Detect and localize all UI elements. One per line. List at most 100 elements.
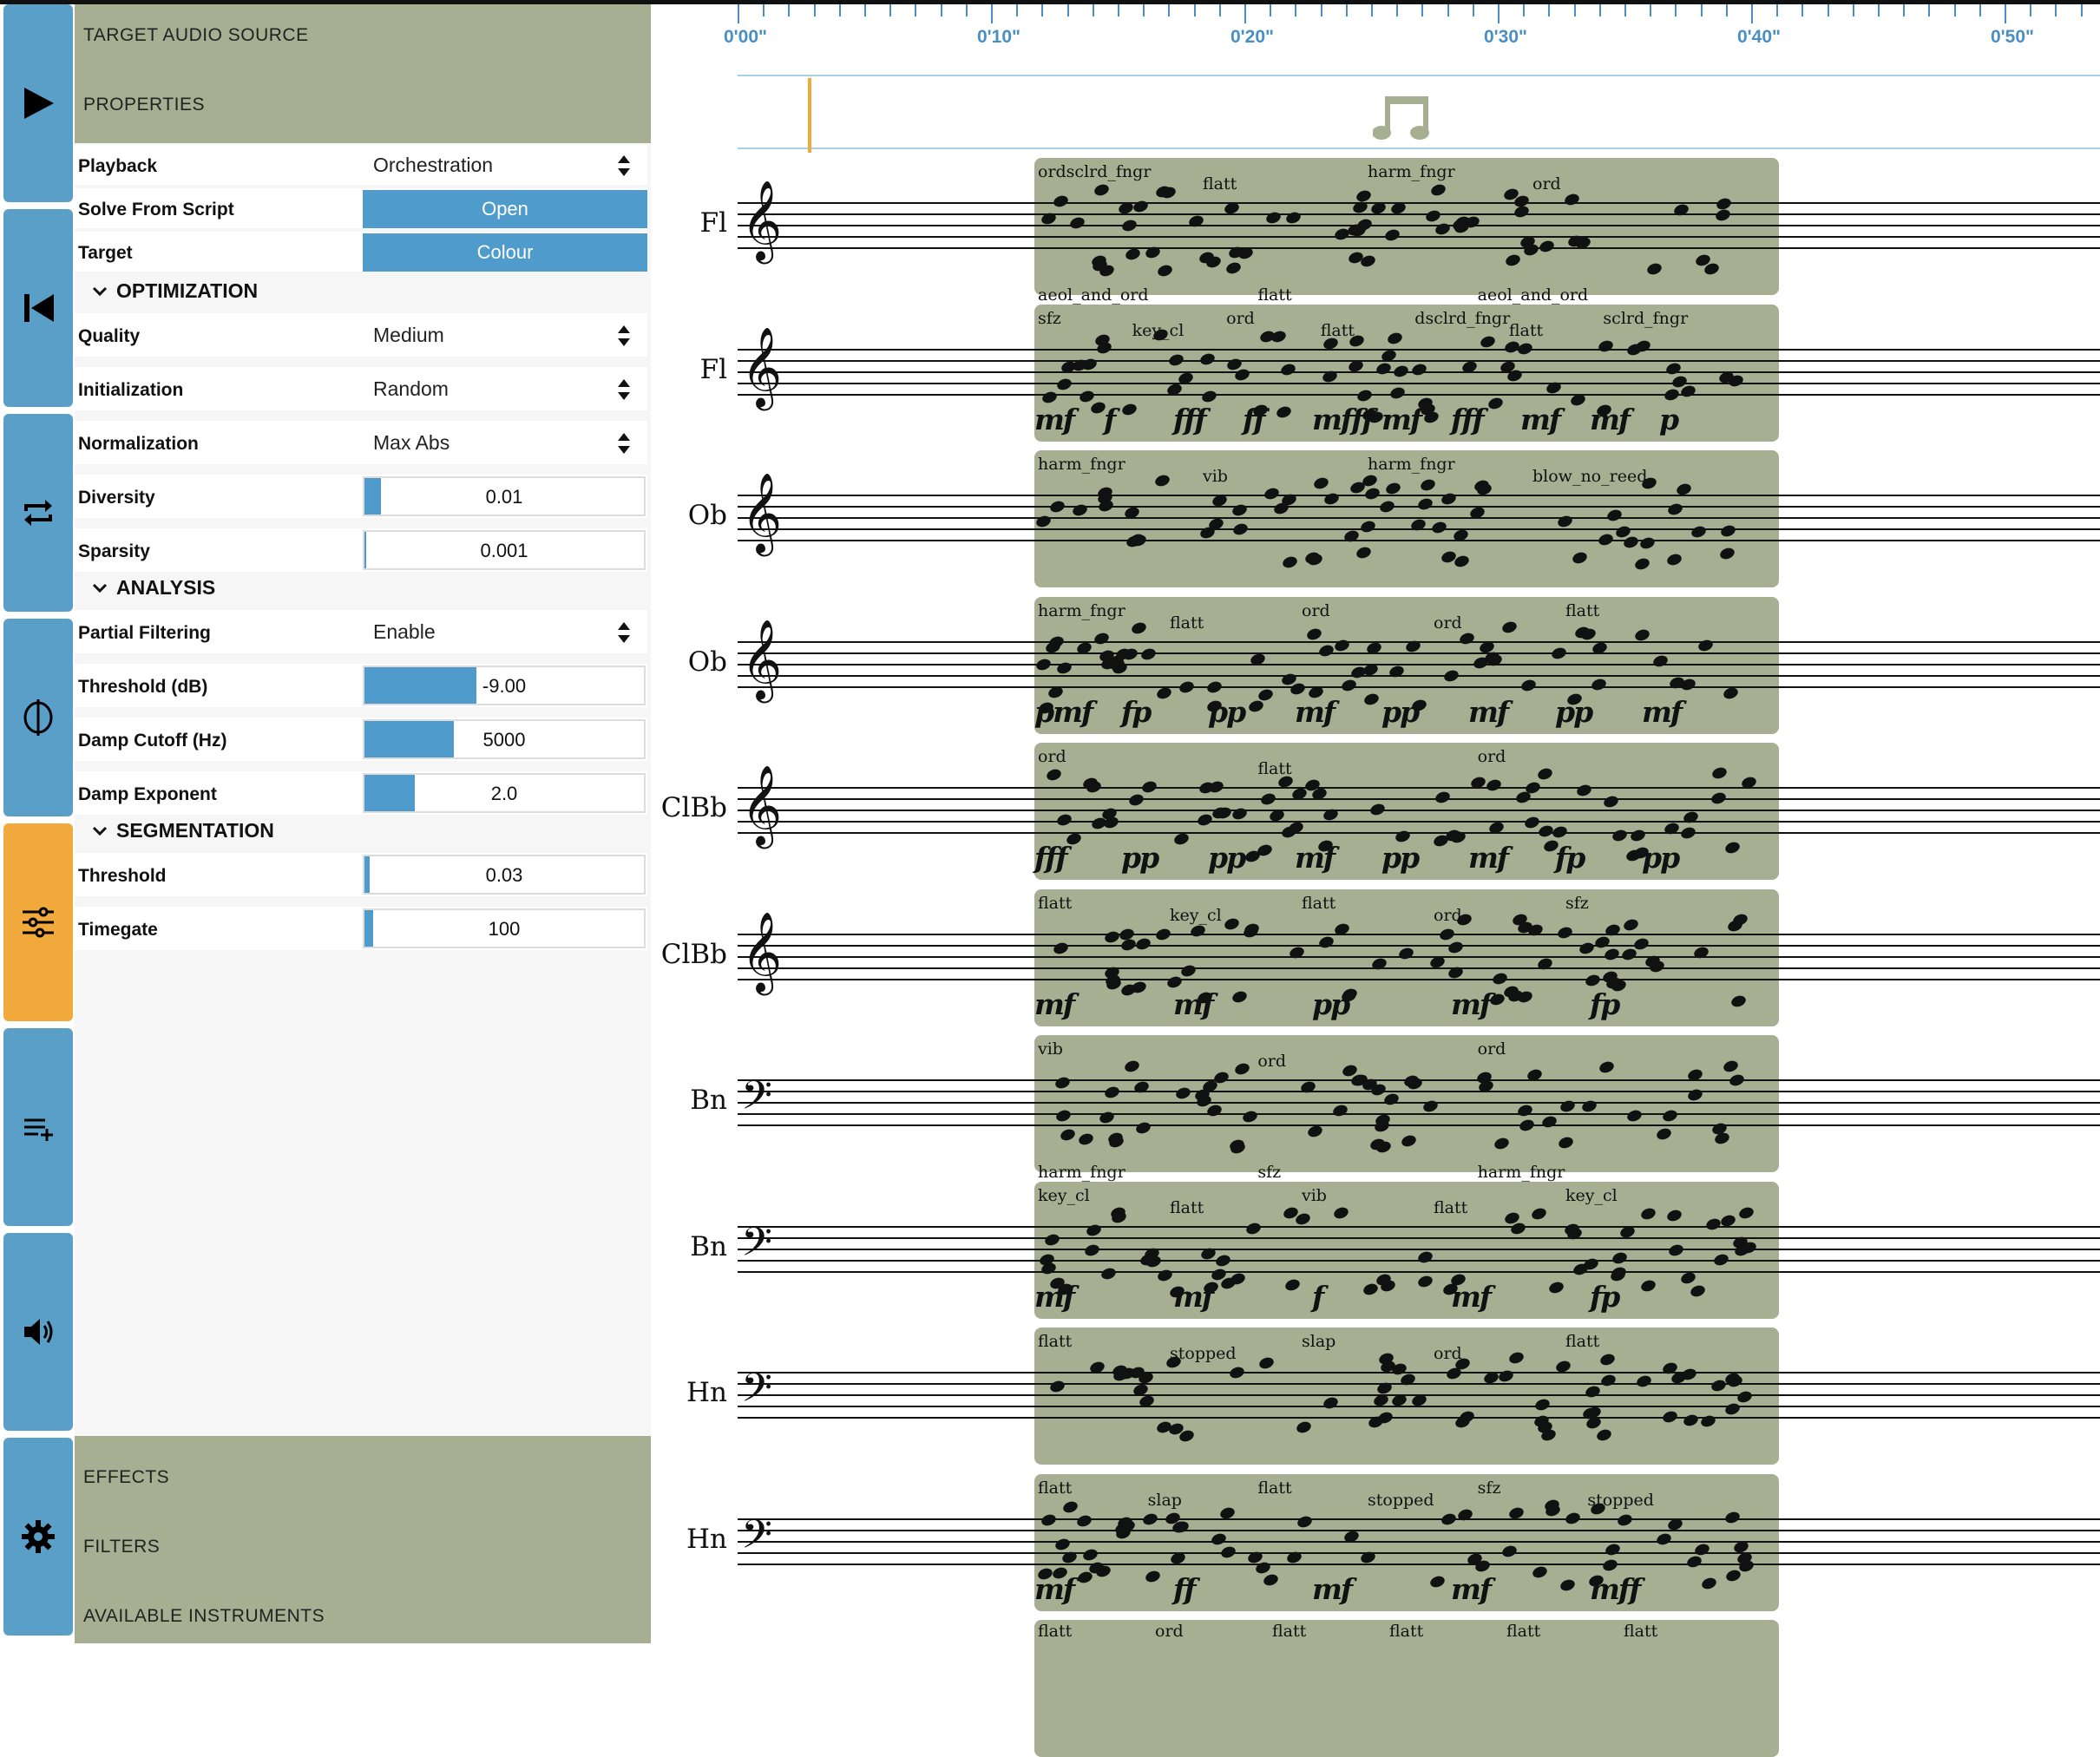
instrument-label: Hn: [686, 1377, 727, 1408]
sparsity-slider[interactable]: 0.001: [363, 530, 646, 570]
damp-exponent-value: 2.0: [490, 783, 518, 804]
properties-panel: TARGET AUDIO SOURCE PROPERTIES Playback …: [75, 4, 651, 1643]
timeline-label: 0'50": [1991, 27, 2034, 47]
dynamic-marking: mf: [1312, 1571, 1353, 1606]
seg-threshold-slider[interactable]: 0.03: [363, 855, 646, 895]
playback-row: Playback Orchestration: [75, 145, 647, 185]
timegate-slider[interactable]: 100: [363, 908, 646, 948]
target-audio-source-header[interactable]: TARGET AUDIO SOURCE: [83, 25, 309, 46]
bass-clef-icon: 𝄢: [741, 1072, 773, 1129]
seg-threshold-label: Threshold: [78, 866, 167, 886]
sparsity-row: Sparsity 0.001: [75, 528, 647, 572]
repeat-icon: [24, 500, 52, 526]
volume-button[interactable]: [3, 1233, 73, 1431]
open-script-button[interactable]: Open: [363, 190, 647, 228]
initialization-select[interactable]: Random: [373, 377, 449, 401]
staff-line: [738, 1563, 2100, 1565]
dynamic-marking: mf: [1520, 402, 1561, 436]
staff-line: [738, 247, 2100, 249]
ruler-tick: [1928, 4, 1931, 16]
playback-label: Playback: [78, 156, 158, 176]
treble-clef-icon: 𝄞: [741, 618, 783, 699]
technique-annotation: ord: [1257, 1052, 1287, 1071]
playlist-add-icon: [24, 1118, 53, 1141]
target-colour-button[interactable]: Colour: [363, 233, 647, 272]
select-arrows-icon[interactable]: [616, 154, 632, 178]
settings-sliders-button[interactable]: [3, 823, 73, 1021]
segmentation-section-toggle[interactable]: SEGMENTATION: [92, 819, 274, 842]
analysis-section-toggle[interactable]: ANALYSIS: [92, 576, 215, 600]
optimization-section-toggle[interactable]: OPTIMIZATION: [92, 279, 258, 303]
dynamic-marking: pp: [1121, 841, 1159, 875]
technique-annotation: harm_fngr: [1038, 1163, 1125, 1182]
dynamic-marking: mf: [1173, 1279, 1214, 1314]
playhead[interactable]: [808, 78, 811, 153]
technique-annotation: flatt: [1508, 320, 1544, 340]
technique-annotation: ord: [1434, 1344, 1462, 1363]
optimization-title: OPTIMIZATION: [116, 279, 259, 302]
ruler-tick: [864, 4, 866, 16]
staff-line: [738, 1248, 2100, 1250]
treble-clef-icon: 𝄞: [741, 764, 783, 845]
playback-select[interactable]: Orchestration: [373, 154, 493, 177]
staff-line: [738, 393, 2100, 396]
skip-back-button[interactable]: [3, 209, 73, 407]
available-instruments-header[interactable]: AVAILABLE INSTRUMENTS: [83, 1606, 325, 1627]
dynamic-marking: mf: [1295, 841, 1335, 875]
staff-line: [738, 1551, 2100, 1554]
initialization-label: Initialization: [78, 380, 184, 400]
play-button[interactable]: [3, 4, 73, 202]
dynamic-marking: pp: [1381, 694, 1420, 729]
dynamic-marking: ff: [1173, 1571, 1196, 1606]
staff-line: [738, 933, 2100, 935]
select-arrows-icon[interactable]: [616, 620, 632, 645]
ruler-tick: [1472, 4, 1474, 16]
ruler-tick: [1903, 4, 1906, 16]
analysis-title: ANALYSIS: [116, 576, 216, 599]
partial-filtering-row: Partial Filtering Enable: [75, 610, 647, 653]
technique-annotation: flatt: [1170, 613, 1204, 633]
select-arrows-icon[interactable]: [616, 324, 632, 348]
quality-label: Quality: [78, 326, 141, 346]
loop-button[interactable]: [3, 414, 73, 612]
ruler-tick: [1523, 4, 1526, 16]
effects-header[interactable]: EFFECTS: [83, 1467, 169, 1488]
add-to-list-button[interactable]: [3, 1028, 73, 1226]
properties-header[interactable]: PROPERTIES: [83, 95, 205, 115]
staff-line: [738, 213, 2100, 215]
select-arrows-icon[interactable]: [616, 377, 632, 402]
dynamic-marking: mf: [1173, 987, 1214, 1021]
ruler-tick: [1193, 4, 1196, 16]
staff-line: [738, 1102, 2100, 1104]
damp-exponent-slider[interactable]: 2.0: [363, 773, 646, 813]
quality-select[interactable]: Medium: [373, 324, 444, 347]
phase-icon: [23, 699, 53, 736]
ruler-tick: [1168, 4, 1171, 16]
staff-line: [738, 663, 2100, 665]
staff-line: [738, 832, 2100, 834]
ruler-tick: [1345, 4, 1348, 16]
diversity-slider[interactable]: 0.01: [363, 476, 646, 516]
technique-annotation: ordsclrd_fngr: [1038, 162, 1152, 181]
ruler-tick: [1218, 4, 1221, 16]
chevron-down-icon: [92, 286, 108, 296]
technique-annotation: harm_fngr: [1477, 1163, 1565, 1182]
technique-annotation: flatt: [1565, 600, 1600, 620]
threshold-db-value: -9.00: [482, 675, 527, 697]
seg-threshold-row: Threshold 0.03: [75, 853, 647, 896]
target-label: Target: [78, 243, 133, 263]
technique-annotation: stopped: [1368, 1490, 1434, 1510]
select-arrows-icon[interactable]: [616, 431, 632, 456]
preferences-button[interactable]: [3, 1438, 73, 1636]
orchestration-segment[interactable]: [1034, 1035, 1779, 1172]
phase-button[interactable]: [3, 619, 73, 816]
damp-cutoff-slider[interactable]: 5000: [363, 719, 646, 759]
filters-header[interactable]: FILTERS: [83, 1537, 160, 1557]
instrument-label: Ob: [687, 646, 727, 678]
dynamic-marking: pp: [1208, 841, 1246, 875]
staff-line: [738, 1529, 2100, 1531]
ruler-tick: [965, 4, 968, 16]
partial-filtering-select[interactable]: Enable: [373, 620, 436, 644]
normalization-select[interactable]: Max Abs: [373, 431, 450, 455]
threshold-db-slider[interactable]: -9.00: [363, 665, 646, 705]
